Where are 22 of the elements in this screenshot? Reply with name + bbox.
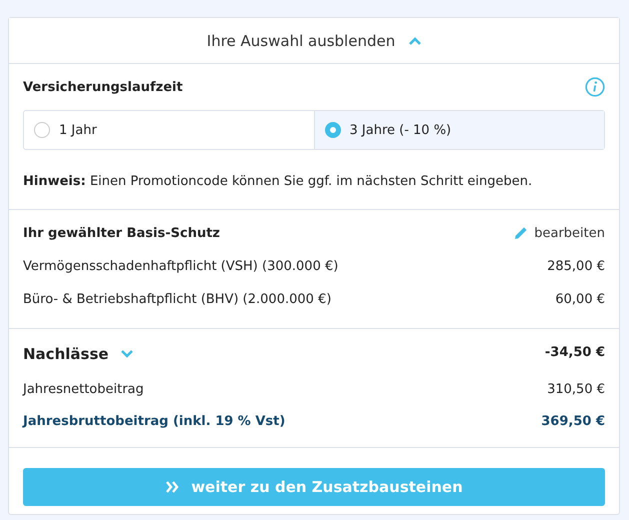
section-title: Versicherungslaufzeit — [23, 80, 183, 94]
hide-selection-toggle[interactable]: Ihre Auswahl ausblenden — [9, 18, 619, 64]
coverage-amount: 285,00 € — [547, 258, 605, 274]
summary-label: Jahresbruttobeitrag (inkl. 19 % Vst) — [23, 414, 286, 428]
pencil-icon — [513, 225, 530, 241]
chevron-icon — [409, 36, 422, 44]
double-chevron-icon — [165, 480, 182, 494]
summary-amount: 310,50 € — [547, 382, 605, 396]
discounts-toggle[interactable]: Nachlässe — [23, 345, 133, 363]
info-icon[interactable] — [585, 77, 605, 97]
discount-amount: -34,50 € — [544, 345, 605, 360]
summary-amount: 369,50 € — [541, 414, 605, 428]
term-option[interactable]: 3 Jahre (- 10 %) — [314, 111, 604, 149]
summary-label: Jahresnettobeitrag — [23, 382, 144, 396]
coverage-amount: 60,00 € — [555, 292, 605, 306]
edit-link[interactable]: bearbeiten — [513, 225, 605, 241]
chevron-icon — [120, 350, 133, 358]
section-title: Ihr gewählter Basis-Schutz — [23, 226, 220, 240]
coverage-label: Vermögensschadenhaftpflicht (VSH) (300.000 €) — [23, 258, 338, 274]
promotion-hint: Hinweis: Einen Promotioncode können Sie ggf. im nächsten Schritt eingeben. — [23, 174, 534, 189]
term-option[interactable]: 1 Jahr — [24, 111, 314, 149]
coverage-label: Büro- & Betriebshaftpflicht (BHV) (2.000.000 €) — [23, 292, 332, 306]
